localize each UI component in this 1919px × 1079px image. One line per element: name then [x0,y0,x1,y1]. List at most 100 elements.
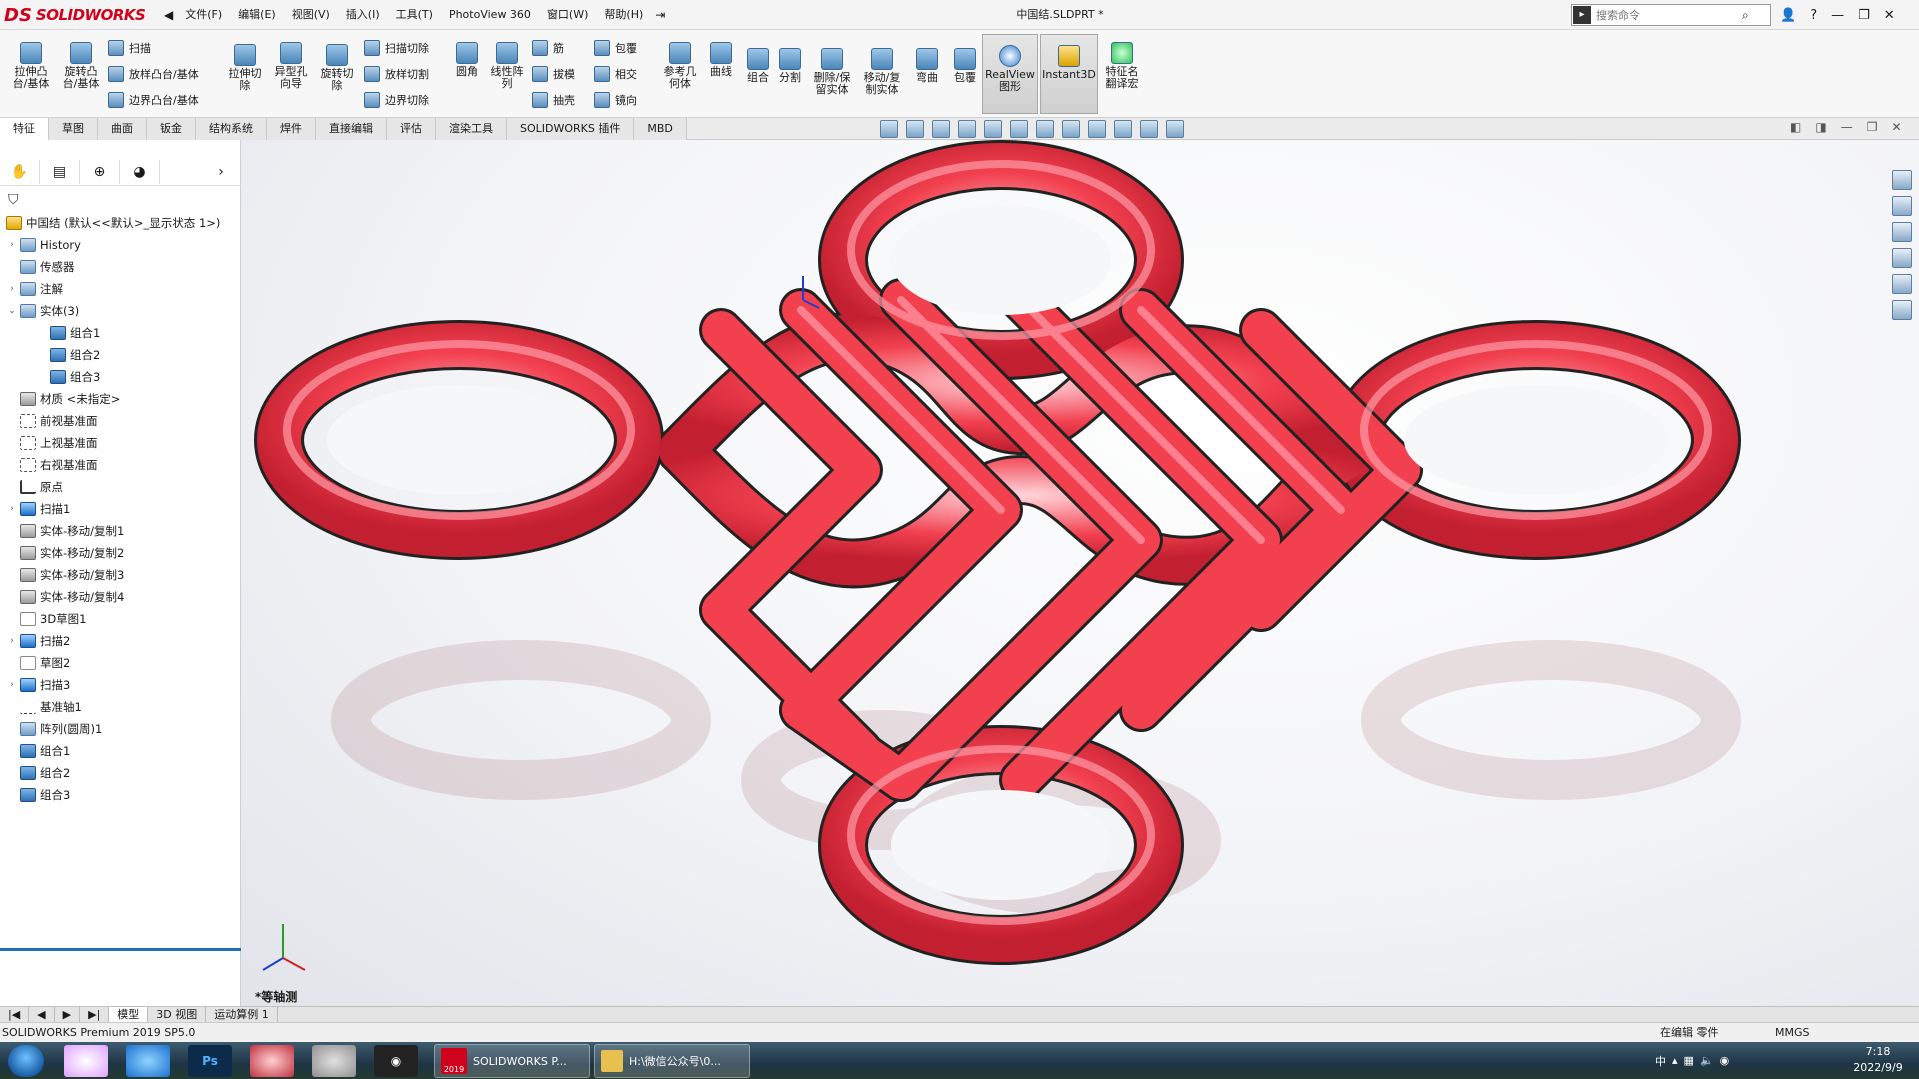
minimize-icon[interactable]: — [1831,8,1844,23]
rib-button[interactable]: 筋 [532,38,564,58]
tree-item-body-combine3[interactable]: 组合3 [0,366,241,388]
tree-item-move-copy4[interactable]: 实体-移动/复制4 [0,586,241,608]
viewport-minimize-icon[interactable]: — [1841,120,1853,134]
flex-button[interactable]: 弯曲 [912,48,942,84]
tile-right-icon[interactable]: ◨ [1815,120,1826,134]
tree-item-3d-sketch1[interactable]: 3D草图1 [0,608,241,630]
menu-file[interactable]: 文件(F) [177,0,230,30]
expand-icon[interactable]: › [6,636,18,646]
tree-item-move-copy3[interactable]: 实体-移动/复制3 [0,564,241,586]
tree-item-combine3[interactable]: 组合3 [0,784,241,806]
feature-translate-button[interactable]: 特征名翻译宏 [1102,42,1142,90]
intersect-button[interactable]: 相交 [594,64,637,84]
tab-addins[interactable]: SOLIDWORKS 插件 [507,118,635,140]
linear-pattern-button[interactable]: 线性阵列 [490,42,524,90]
tree-item-history[interactable]: › History [0,234,241,256]
photos-app-icon[interactable] [64,1045,108,1077]
next-tab-nav-icon[interactable]: ▶ [55,1007,81,1022]
tree-item-body-combine1[interactable]: 组合1 [0,322,241,344]
tab-render-tools[interactable]: 渲染工具 [436,118,507,140]
taskbar-window-explorer[interactable]: H:\微信公众号\0... [594,1044,750,1078]
tree-item-move-copy2[interactable]: 实体-移动/复制2 [0,542,241,564]
tab-direct-editing[interactable]: 直接编辑 [316,118,387,140]
wrap-button[interactable]: 包覆 [594,38,637,58]
tree-item-combine2[interactable]: 组合2 [0,762,241,784]
menu-view[interactable]: 视图(V) [284,0,338,30]
move-copy-body-button[interactable]: 移动/复制实体 [860,48,904,96]
menu-edit[interactable]: 编辑(E) [230,0,284,30]
menu-photoview[interactable]: PhotoView 360 [441,0,539,30]
combine-button[interactable]: 组合 [744,48,772,84]
antivirus-icon[interactable]: ◉ [1720,1054,1730,1067]
revolve-cut-button[interactable]: 旋转切除 [316,44,358,92]
tree-item-sketch2[interactable]: 草图2 [0,652,241,674]
tab-features[interactable]: 特征 [0,118,49,140]
expand-icon[interactable]: › [6,680,18,690]
tree-item-axis1[interactable]: 基准轴1 [0,696,241,718]
dynamic-annotation-icon[interactable] [984,120,1002,138]
tab-surfaces[interactable]: 曲面 [98,118,147,140]
wrap-large-button[interactable]: 包覆 [950,48,980,84]
solidworks-resources-icon[interactable] [1892,170,1912,190]
appearances-icon[interactable] [1892,274,1912,294]
rollback-bar[interactable] [0,948,241,951]
design-library-icon[interactable] [1892,196,1912,216]
view-palette-icon[interactable] [1892,248,1912,268]
tree-item-sweep3[interactable]: › 扫描3 [0,674,241,696]
tree-item-annotations[interactable]: › 注解 [0,278,241,300]
search-box[interactable]: ▸ ⌕ [1571,4,1771,26]
tree-item-solid-bodies[interactable]: ⌄ 实体(3) [0,300,241,322]
tab-sheet-metal[interactable]: 钣金 [147,118,196,140]
feature-manager-tab-icon[interactable]: ✋ [0,160,40,184]
tile-left-icon[interactable]: ◧ [1790,120,1801,134]
configuration-manager-tab-icon[interactable]: ⊕ [80,160,120,184]
tree-item-right-plane[interactable]: 右视基准面 [0,454,241,476]
filter-icon[interactable]: ⛉ [8,192,19,208]
tab-3d-views[interactable]: 3D 视图 [148,1007,207,1022]
instant3d-button[interactable]: Instant3D [1040,34,1098,114]
hide-show-items-icon[interactable] [1062,120,1080,138]
tree-item-sweep2[interactable]: › 扫描2 [0,630,241,652]
tab-structure-system[interactable]: 结构系统 [196,118,267,140]
loft-cut-button[interactable]: 放样切割 [364,64,429,84]
tab-motion-study[interactable]: 运动算例 1 [206,1007,278,1022]
tools-app-icon[interactable] [312,1045,356,1077]
tree-item-top-plane[interactable]: 上视基准面 [0,432,241,454]
extrude-cut-button[interactable]: 拉伸切除 [226,44,264,92]
help-icon[interactable]: ? [1810,8,1817,23]
tree-item-sensors[interactable]: 传感器 [0,256,241,278]
file-explorer-icon[interactable] [1892,222,1912,242]
tray-arrow-icon[interactable]: ▴ [1672,1054,1678,1067]
last-tab-nav-icon[interactable]: ▶| [80,1007,110,1022]
tree-item-body-combine2[interactable]: 组合2 [0,344,241,366]
taskbar-window-solidworks[interactable]: 2019 SOLIDWORKS P... [434,1044,590,1078]
revolve-boss-button[interactable]: 旋转凸台/基体 [60,42,102,90]
curves-button[interactable]: 曲线 [706,42,736,78]
zoom-to-fit-icon[interactable] [880,120,898,138]
solidworks-logo[interactable]: DS SOLIDWORKS [4,3,154,27]
hole-wizard-button[interactable]: 异型孔向导 [270,42,312,90]
tab-model[interactable]: 模型 [109,1007,149,1022]
browser-icon[interactable] [126,1045,170,1077]
pin-icon[interactable]: ⇥ [651,8,669,22]
start-button[interactable] [8,1045,44,1077]
split-button[interactable]: 分割 [776,48,804,84]
menu-insert[interactable]: 插入(I) [338,0,388,30]
view-settings-icon[interactable] [1140,120,1158,138]
display-manager-tab-icon[interactable]: ◕ [120,160,160,184]
zoom-to-area-icon[interactable] [906,120,924,138]
clock[interactable]: 7:18 2022/9/9 [1840,1044,1916,1076]
tree-item-material[interactable]: 材质 <未指定> [0,388,241,410]
tree-item-move-copy1[interactable]: 实体-移动/复制1 [0,520,241,542]
viewport-restore-icon[interactable]: ❐ [1867,120,1878,134]
tree-item-circular-pattern1[interactable]: 阵列(圆周)1 [0,718,241,740]
reference-geometry-button[interactable]: 参考几何体 [660,42,700,90]
boundary-cut-button[interactable]: 边界切除 [364,90,429,110]
expand-icon[interactable]: › [6,504,18,514]
draft-button[interactable]: 拔模 [532,64,575,84]
mirror-button[interactable]: 镜向 [594,90,637,110]
tree-item-combine1[interactable]: 组合1 [0,740,241,762]
sweep-button[interactable]: 扫描 [108,38,151,58]
previous-view-icon[interactable] [932,120,950,138]
tree-root[interactable]: 中国结 (默认<<默认>_显示状态 1>) [0,212,241,234]
